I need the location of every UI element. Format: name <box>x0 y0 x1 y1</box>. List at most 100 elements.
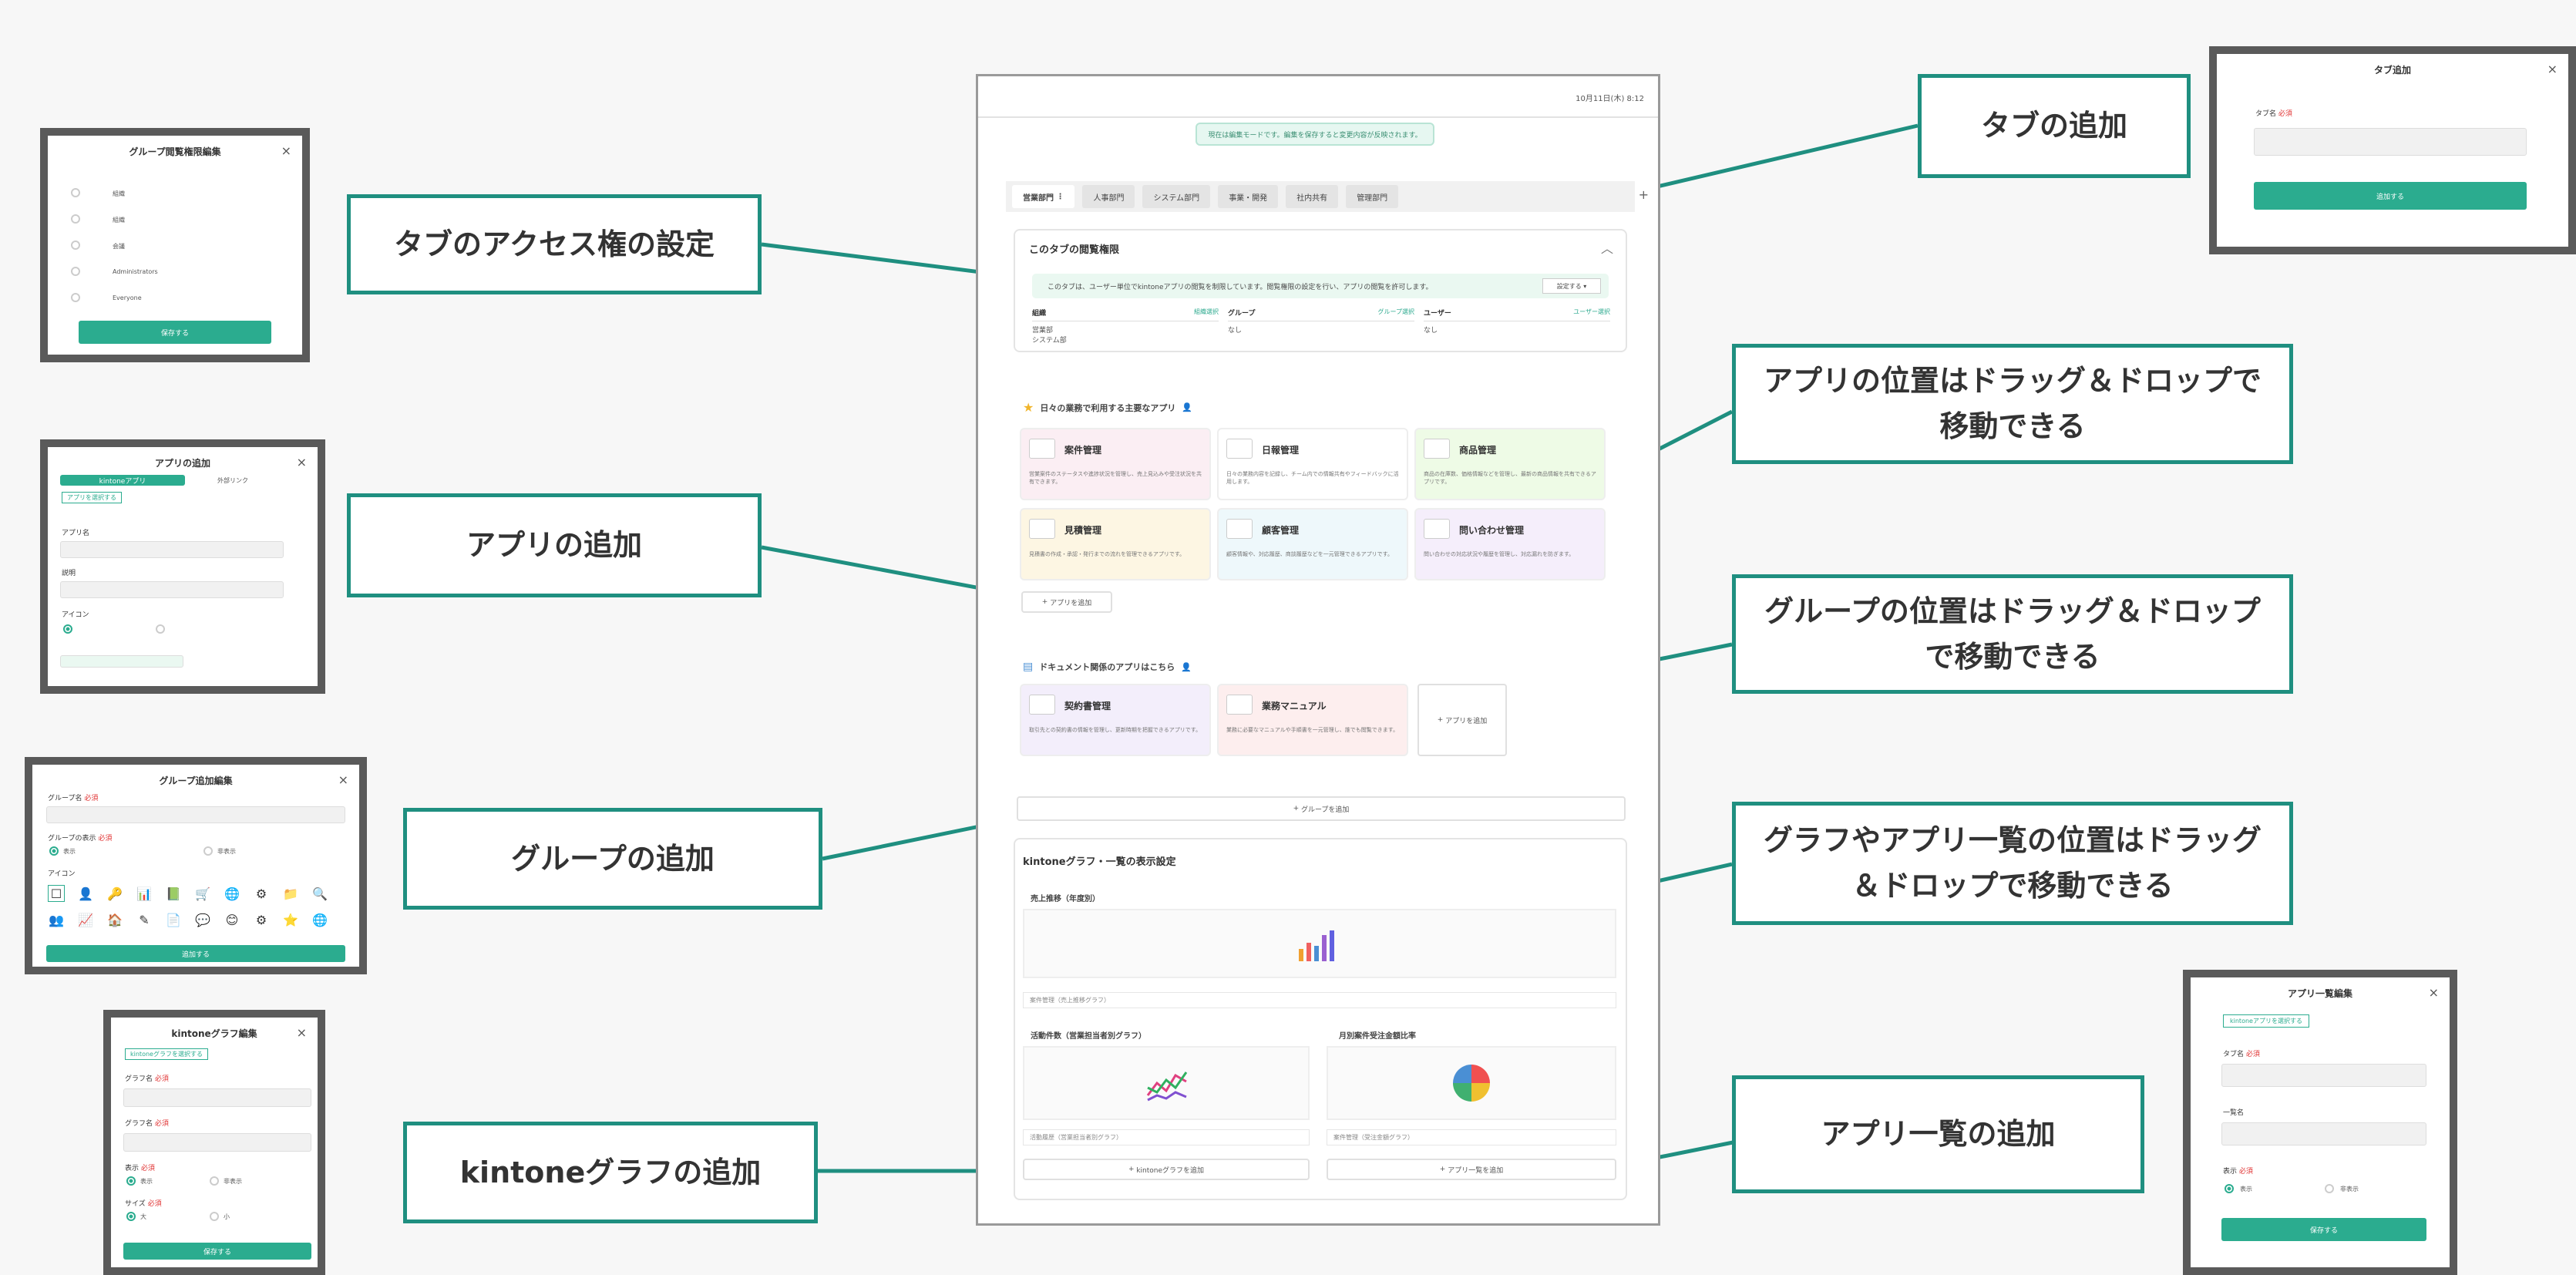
radio-on[interactable] <box>126 1176 136 1186</box>
app-name-input[interactable] <box>60 541 284 558</box>
icon-option[interactable]: ✎ <box>136 911 153 928</box>
icon-option[interactable]: 🌐 <box>311 911 328 928</box>
icon-option[interactable]: ⚙ <box>253 885 270 902</box>
close-icon[interactable]: × <box>2429 985 2439 1000</box>
list-name-input[interactable] <box>2221 1122 2426 1145</box>
icon-option[interactable]: 📄 <box>165 911 182 928</box>
label-text: グラフ名 <box>125 1120 153 1128</box>
icon-option[interactable]: 🔍 <box>311 885 328 902</box>
radio-off[interactable] <box>156 624 165 634</box>
app-desc-input[interactable] <box>60 581 284 598</box>
tab-dev[interactable]: 事業・開発 <box>1218 185 1279 208</box>
tab-label: システム部門 <box>1153 193 1200 203</box>
icon-option[interactable]: 👥 <box>48 911 65 928</box>
tab-label: 営業部門 <box>1023 193 1054 203</box>
required-badge: 必須 <box>98 835 113 843</box>
tab-kintone-app[interactable]: kintoneアプリ <box>60 475 185 486</box>
callout-group-add: グループの追加 <box>403 808 822 910</box>
graph-name-input[interactable] <box>123 1088 311 1107</box>
color-swatches[interactable] <box>60 655 183 668</box>
checkbox[interactable] <box>71 188 80 197</box>
perm-select-link[interactable]: 組織選択 <box>1194 308 1219 318</box>
radio-on[interactable] <box>49 846 59 856</box>
add-app-button[interactable]: + アプリを追加 <box>1417 684 1507 756</box>
label-text: グループの表示 <box>48 835 96 843</box>
graph-title: 活動件数（営業担当者別グラフ） <box>1031 1032 1146 1041</box>
group-name-input[interactable] <box>46 806 345 823</box>
field-label: サイズ 必須 <box>125 1198 162 1208</box>
add-tab-icon[interactable]: + <box>1639 187 1649 202</box>
radio-on[interactable] <box>63 624 72 634</box>
option-label: 組織 <box>113 217 125 224</box>
add-button[interactable]: 追加する <box>2254 182 2527 210</box>
icon-option[interactable]: ☐ <box>48 885 65 902</box>
add-app-button[interactable]: + アプリを追加 <box>1021 591 1112 613</box>
add-app-list-button[interactable]: + アプリ一覧を追加 <box>1327 1159 1616 1180</box>
radio-on[interactable] <box>2225 1184 2234 1193</box>
checkbox[interactable] <box>71 214 80 224</box>
close-icon[interactable]: × <box>281 143 291 158</box>
radio-off[interactable] <box>210 1176 219 1186</box>
radio-on[interactable] <box>126 1212 136 1221</box>
close-icon[interactable]: × <box>2547 62 2558 76</box>
set-permission-button[interactable]: 設定する ▾ <box>1542 278 1601 294</box>
checkbox[interactable] <box>71 293 80 302</box>
icon-option[interactable]: 🌐 <box>224 885 240 902</box>
tab-hr[interactable]: 人事部門 <box>1082 185 1135 208</box>
close-icon[interactable]: × <box>297 1025 307 1040</box>
top-bar: 10月11日(木) 8:12 <box>978 76 1658 118</box>
add-kintone-graph-button[interactable]: + kintoneグラフを追加 <box>1023 1159 1310 1180</box>
tab-name-input[interactable] <box>2221 1064 2426 1087</box>
tab-system[interactable]: システム部門 <box>1142 185 1211 208</box>
icon-option[interactable]: 📈 <box>77 911 94 928</box>
option-label: 非表示 <box>2340 1186 2359 1193</box>
icon-option[interactable]: 🛒 <box>194 885 211 902</box>
save-button[interactable]: 保存する <box>123 1243 311 1260</box>
select-graph-button[interactable]: kintoneグラフを選択する <box>125 1048 208 1060</box>
tab-share[interactable]: 社内共有 <box>1286 185 1339 208</box>
tab-admin[interactable]: 管理部門 <box>1346 185 1399 208</box>
close-icon[interactable]: × <box>297 455 307 469</box>
select-app-button[interactable]: kintoneアプリを選択する <box>2223 1014 2309 1028</box>
save-button[interactable]: 保存する <box>2221 1218 2426 1241</box>
checkbox[interactable] <box>71 241 80 250</box>
icon-option[interactable]: 😊 <box>224 911 240 928</box>
icon-option[interactable]: 📊 <box>136 885 153 902</box>
field-label: タブ名 必須 <box>2255 108 2292 118</box>
app-card[interactable]: 契約書管理 取引先との契約書の情報を管理し、更新時期を把握できるアプリです。 <box>1020 684 1211 756</box>
app-card[interactable]: 商品管理 商品の在庫数、価格情報などを管理し、最新の商品情報を共有できるアプリです… <box>1414 428 1606 500</box>
perm-select-link[interactable]: ユーザー選択 <box>1573 308 1610 318</box>
app-card[interactable]: 業務マニュアル 業務に必要なマニュアルや手順書を一元管理し、誰でも閲覧できます。 <box>1217 684 1408 756</box>
radio-off[interactable] <box>203 846 213 856</box>
select-app-button[interactable]: アプリを選択する <box>62 492 122 503</box>
save-button[interactable]: 保存する <box>79 321 271 344</box>
graph-title-input[interactable] <box>123 1133 311 1152</box>
icon-option[interactable]: 📁 <box>282 885 299 902</box>
field-label: 一覧名 <box>2223 1109 2245 1117</box>
tab-label: 管理部門 <box>1357 193 1388 203</box>
chevron-up-icon[interactable]: ︿ <box>1601 238 1613 257</box>
icon-option[interactable]: 🔑 <box>106 885 123 902</box>
app-card[interactable]: 顧客管理 顧客情報や、対応履歴、商談履歴などを一元管理できるアプリです。 <box>1217 508 1408 580</box>
icon-option[interactable]: ⭐ <box>282 911 299 928</box>
tab-sales[interactable]: 営業部門 ⋮ <box>1012 185 1075 208</box>
icon-option[interactable]: 📗 <box>165 885 182 902</box>
app-card[interactable]: 日報管理 日々の業務内容を記録し、チーム内での情報共有やフィードバックに活用します… <box>1217 428 1408 500</box>
perm-select-link[interactable]: グループ選択 <box>1377 308 1414 318</box>
radio-off[interactable] <box>2325 1184 2334 1193</box>
checkbox[interactable] <box>71 267 80 276</box>
close-icon[interactable]: × <box>338 772 348 787</box>
tab-external-link[interactable]: 外部リンク <box>217 476 248 485</box>
app-card[interactable]: 見積管理 見積書の作成・承認・発行までの流れを管理できるアプリです。 <box>1020 508 1211 580</box>
tab-name-input[interactable] <box>2254 128 2527 156</box>
icon-option[interactable]: ⚙ <box>253 911 270 928</box>
app-card[interactable]: 問い合わせ管理 問い合わせの対応状況や履歴を管理し、対応漏れを防ぎます。 <box>1414 508 1606 580</box>
app-card[interactable]: 案件管理 営業案件のステータスや進捗状況を管理し、売上見込みや受注状況を共有できま… <box>1020 428 1211 500</box>
radio-off[interactable] <box>210 1212 219 1221</box>
icon-option[interactable]: 👤 <box>77 885 94 902</box>
icon-option[interactable]: 💬 <box>194 911 211 928</box>
add-group-button[interactable]: + グループを追加 <box>1017 796 1626 821</box>
app-name: 見積管理 <box>1064 525 1102 536</box>
add-button[interactable]: 追加する <box>46 945 345 962</box>
icon-option[interactable]: 🏠 <box>106 911 123 928</box>
